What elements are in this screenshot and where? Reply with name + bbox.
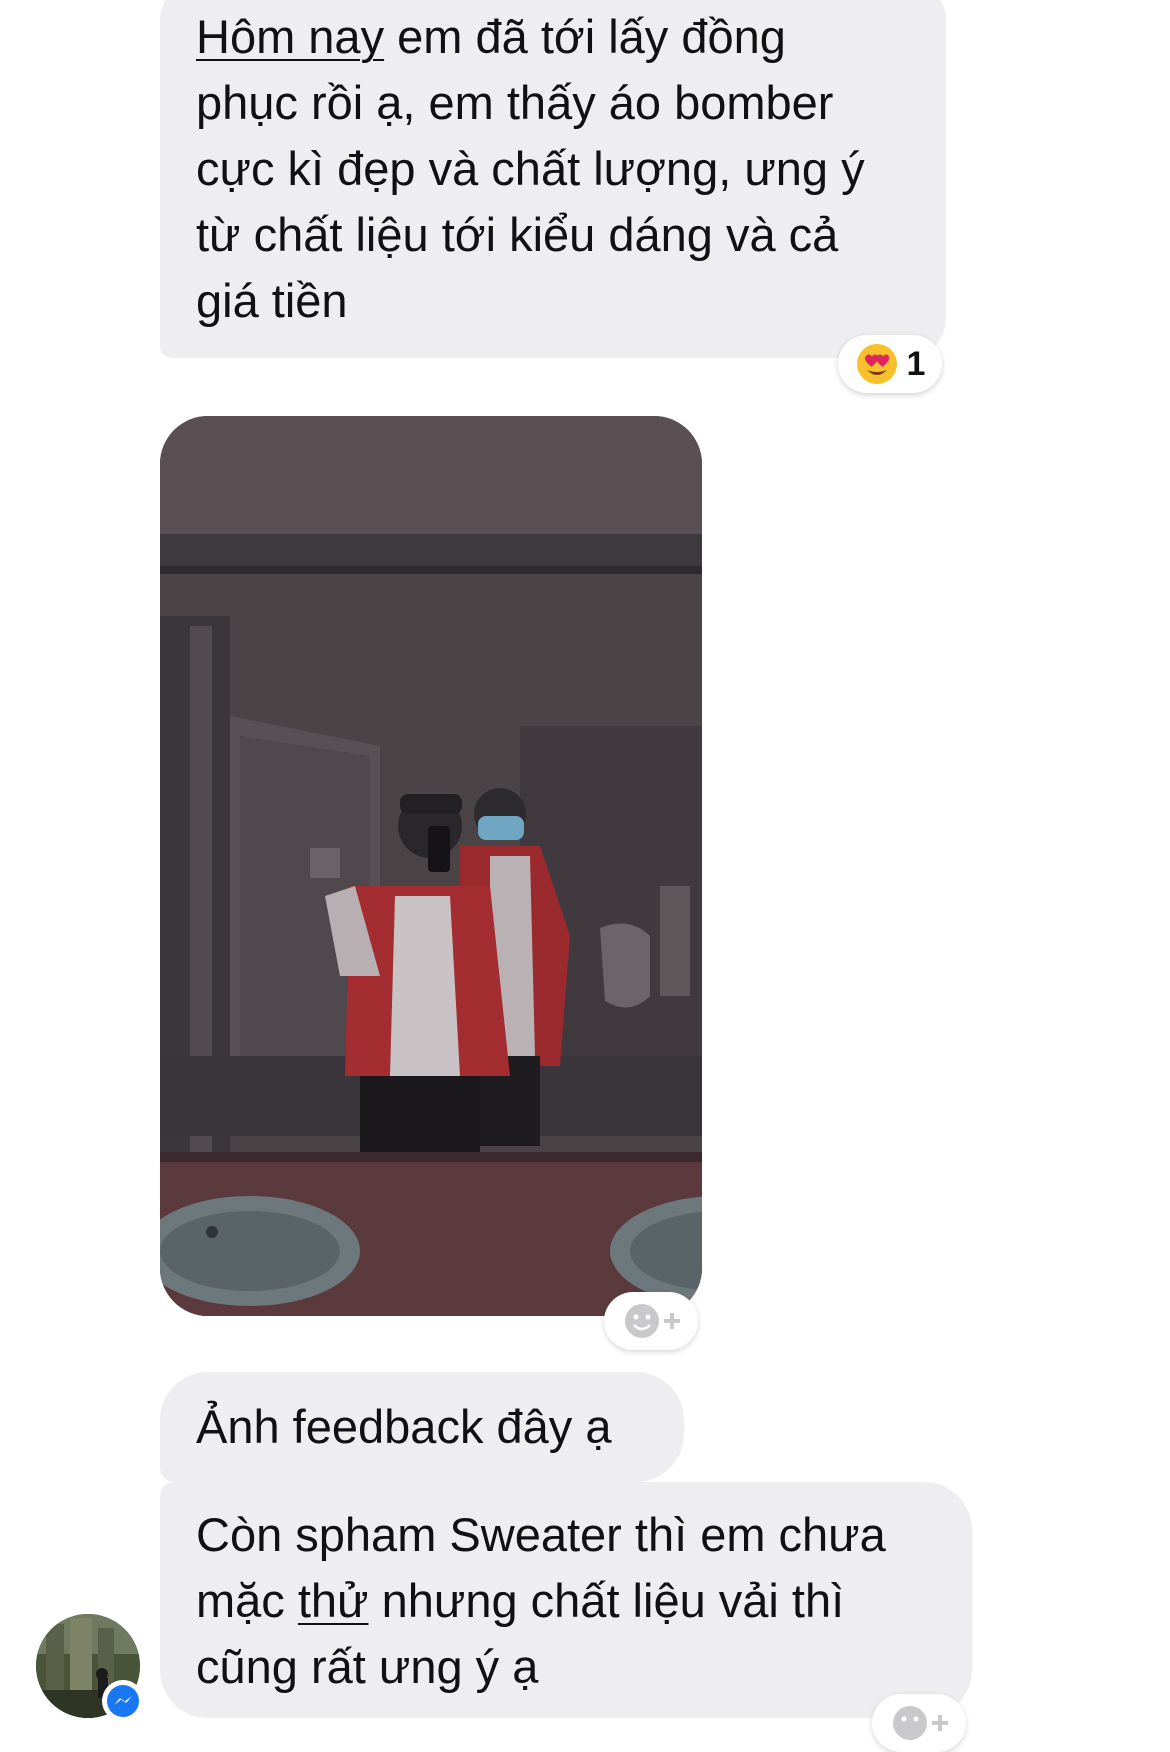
photo-message[interactable]: [160, 416, 702, 1316]
message-line: phục rồi ạ, em thấy áo bomber: [196, 76, 834, 129]
message-line: Còn spham Sweater thì em chưa: [196, 1508, 886, 1561]
message-line: giá tiền: [196, 274, 348, 327]
underlined-text: Hôm nay: [196, 10, 385, 63]
add-reaction-icon: [893, 1706, 948, 1740]
messenger-badge-icon: [102, 1680, 144, 1722]
add-reaction-button[interactable]: [872, 1694, 966, 1752]
underlined-text: thử: [297, 1574, 369, 1627]
message-line: Ảnh feedback đây ạ: [196, 1400, 612, 1453]
message-line: cực kì đẹp và chất lượng, ưng ý: [196, 142, 865, 195]
message-line: mặc thử nhưng chất liệu vải thì: [196, 1574, 845, 1627]
message-line: cũng rất ưng ý ạ: [196, 1640, 539, 1693]
add-reaction-icon: [625, 1304, 680, 1338]
heart-eyes-emoji-icon: [856, 344, 897, 384]
message-bubble-uniform-feedback[interactable]: Hôm nay em đã tới lấy đồng phục rồi ạ, e…: [160, 0, 946, 358]
mirror-selfie-photo: [160, 416, 702, 1316]
message-bubble-sweater-feedback[interactable]: Còn spham Sweater thì em chưa mặc thử nh…: [160, 1482, 972, 1718]
message-line: Hôm nay em đã tới lấy đồng: [196, 10, 786, 63]
message-bubble-feedback-photo[interactable]: Ảnh feedback đây ạ: [160, 1372, 684, 1482]
add-reaction-button[interactable]: [604, 1292, 698, 1350]
reaction-count: 1: [906, 344, 926, 383]
reaction-pill[interactable]: 1: [838, 335, 942, 393]
message-line: từ chất liệu tới kiểu dáng và cả: [196, 208, 839, 261]
